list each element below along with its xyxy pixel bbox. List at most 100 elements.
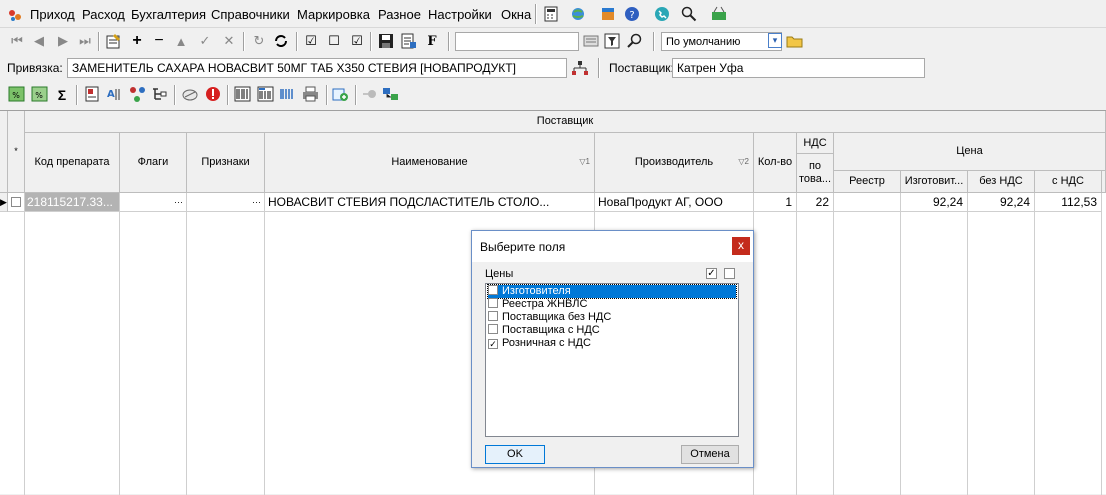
- pill-icon[interactable]: [181, 86, 199, 102]
- cell-name[interactable]: НОВАСВИТ СТЕВИЯ ПОДСЛАСТИТЕЛЬ СТОЛО...: [265, 193, 595, 212]
- col-header-qty[interactable]: Кол-во: [754, 133, 797, 193]
- col-header-price-no-vat[interactable]: без НДС: [968, 171, 1035, 193]
- uncheck-all-checkbox[interactable]: [724, 268, 735, 279]
- add-green-icon[interactable]: [332, 86, 349, 102]
- col-header-flags[interactable]: Флаги: [120, 133, 187, 193]
- list-item[interactable]: Реестра ЖНВЛС: [488, 298, 736, 311]
- sync-icon[interactable]: [273, 33, 289, 49]
- col-header-code[interactable]: Код препарата: [25, 133, 120, 193]
- uncheck-all-icon[interactable]: ☐: [325, 32, 343, 50]
- cell-vat[interactable]: 22: [797, 193, 834, 212]
- list-item[interactable]: Поставщика с НДС: [488, 324, 736, 337]
- cell-signs[interactable]: ···: [187, 193, 265, 212]
- hierarchy-icon[interactable]: [129, 86, 146, 102]
- add-record-icon[interactable]: +: [128, 32, 146, 50]
- document-icon[interactable]: [84, 86, 100, 102]
- tree-view-icon[interactable]: [151, 86, 168, 102]
- menu-markirovka[interactable]: Маркировка: [297, 7, 370, 22]
- menu-raznoe[interactable]: Разное: [378, 7, 421, 22]
- barcode-scanner-icon[interactable]: [279, 86, 296, 102]
- barcode-grid-icon[interactable]: [234, 86, 251, 102]
- toolbar-search-input[interactable]: [455, 32, 579, 51]
- globe-icon[interactable]: [570, 6, 588, 22]
- close-button[interactable]: x: [732, 237, 750, 255]
- first-record-icon[interactable]: ⏮: [8, 32, 26, 50]
- list-item[interactable]: Поставщика без НДС: [488, 311, 736, 324]
- export-icon[interactable]: [401, 33, 417, 49]
- menu-spravochniki[interactable]: Справочники: [211, 7, 290, 22]
- col-header-price-registry[interactable]: Реестр: [834, 171, 901, 193]
- field-checkbox[interactable]: [488, 324, 498, 334]
- cell-price-with-vat[interactable]: 112,53: [1035, 193, 1102, 212]
- save-icon[interactable]: [378, 33, 394, 49]
- cell-price-registry[interactable]: [834, 193, 901, 212]
- preset-select[interactable]: По умолчанию: [661, 32, 782, 51]
- package-icon[interactable]: [600, 6, 616, 22]
- col-header-price-with-vat[interactable]: с НДС: [1035, 171, 1102, 193]
- ok-button[interactable]: OK: [485, 445, 545, 464]
- keyboard-icon[interactable]: [583, 34, 599, 48]
- cancel-icon[interactable]: ✕: [220, 32, 238, 50]
- check-all-icon[interactable]: ☑: [302, 32, 320, 50]
- last-record-icon[interactable]: ⏭: [76, 32, 94, 50]
- refresh-icon[interactable]: ↻: [250, 32, 268, 50]
- tree-link-icon[interactable]: [571, 60, 589, 76]
- cell-price-maker[interactable]: 92,24: [901, 193, 968, 212]
- prev-record-icon[interactable]: ◀: [30, 32, 48, 50]
- cell-flags[interactable]: ···: [120, 193, 187, 212]
- find-icon[interactable]: [627, 33, 643, 49]
- phone-support-icon[interactable]: [654, 6, 670, 22]
- move-up-icon[interactable]: ▲: [172, 32, 190, 50]
- confirm-icon[interactable]: ✓: [196, 32, 214, 50]
- list-item[interactable]: Изготовителя: [487, 284, 737, 299]
- grid-line: [24, 212, 25, 495]
- select-all-header[interactable]: *: [8, 111, 25, 193]
- barcode-doc-icon[interactable]: [257, 86, 274, 102]
- filter-icon[interactable]: [604, 33, 620, 49]
- col-header-name[interactable]: Наименование ▽1: [265, 133, 595, 193]
- cell-price-no-vat[interactable]: 92,24: [968, 193, 1035, 212]
- menu-rashod[interactable]: Расход: [82, 7, 125, 22]
- font-icon[interactable]: F: [423, 32, 441, 50]
- row-checkbox[interactable]: [11, 197, 21, 207]
- field-checkbox[interactable]: ✓: [488, 339, 498, 349]
- cell-code[interactable]: 218115217.33...: [25, 193, 120, 212]
- printer-icon[interactable]: [302, 86, 319, 102]
- cell-qty[interactable]: 1: [754, 193, 797, 212]
- percent-grid-icon[interactable]: %: [8, 86, 25, 102]
- sum-icon[interactable]: Σ: [53, 86, 71, 104]
- list-item[interactable]: ✓ Розничная с НДС: [488, 337, 736, 350]
- menu-nastroyki[interactable]: Настройки: [428, 7, 492, 22]
- percent-report-icon[interactable]: %: [31, 86, 48, 102]
- field-checkbox[interactable]: [488, 285, 498, 295]
- text-vertical-icon[interactable]: A: [106, 86, 124, 102]
- field-checkbox[interactable]: [488, 298, 498, 308]
- supplier-input[interactable]: Катрен Уфа: [672, 58, 925, 78]
- delete-record-icon[interactable]: −: [150, 32, 168, 50]
- check-all-checkbox[interactable]: ✓: [706, 268, 717, 279]
- warning-icon[interactable]: [205, 86, 221, 102]
- network-icon[interactable]: [382, 86, 399, 102]
- check-selected-icon[interactable]: ☑: [348, 32, 366, 50]
- field-checkbox[interactable]: [488, 311, 498, 321]
- binding-input[interactable]: ЗАМЕНИТЕЛЬ САХАРА НОВАСВИТ 50МГ ТАБ Х350…: [67, 58, 567, 78]
- search-icon[interactable]: [681, 6, 697, 22]
- col-header-vat[interactable]: по това...: [797, 154, 834, 193]
- menu-okna[interactable]: Окна: [501, 7, 531, 22]
- menu-prihod[interactable]: Приход: [30, 7, 75, 22]
- col-header-price-maker[interactable]: Изготовит...: [901, 171, 968, 193]
- col-header-maker[interactable]: Производитель ▽2: [595, 133, 754, 193]
- chevron-down-icon[interactable]: ▾: [768, 33, 782, 48]
- cart-icon[interactable]: [710, 6, 728, 22]
- cancel-button[interactable]: Отмена: [681, 445, 739, 464]
- record-arrow-icon[interactable]: [361, 86, 378, 102]
- open-folder-icon[interactable]: [786, 33, 804, 49]
- menu-buhgalteria[interactable]: Бухгалтерия: [131, 7, 206, 22]
- edit-grid-icon[interactable]: [106, 33, 122, 49]
- calculator-icon[interactable]: [543, 6, 559, 22]
- row-select-cell[interactable]: [8, 193, 25, 212]
- help-icon[interactable]: ?: [624, 6, 640, 22]
- next-record-icon[interactable]: ▶: [54, 32, 72, 50]
- col-header-signs[interactable]: Признаки: [187, 133, 265, 193]
- cell-maker[interactable]: НоваПродукт АГ, ООО: [595, 193, 754, 212]
